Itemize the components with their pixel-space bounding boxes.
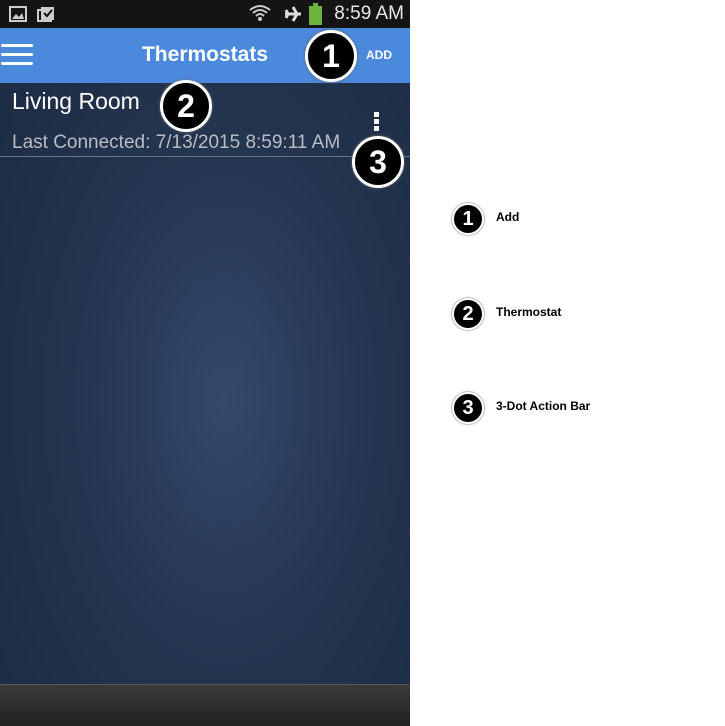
image-icon bbox=[9, 6, 27, 22]
divider bbox=[0, 156, 410, 157]
clock: 8:59 AM bbox=[334, 3, 404, 24]
legend-label-thermostat: Thermostat bbox=[496, 305, 562, 319]
battery-icon bbox=[309, 3, 322, 25]
thermostat-name[interactable]: Living Room bbox=[12, 88, 140, 115]
legend-badge-2: 2 bbox=[452, 298, 484, 330]
clipboard-check-icon bbox=[37, 7, 54, 22]
more-vert-icon[interactable] bbox=[374, 112, 380, 133]
add-button[interactable]: ADD bbox=[366, 48, 392, 62]
legend-label-action-bar: 3-Dot Action Bar bbox=[496, 399, 591, 413]
legend-label-add: Add bbox=[496, 210, 520, 224]
callout-badge-2: 2 bbox=[160, 80, 212, 132]
last-connected: Last Connected: 7/13/2015 8:59:11 AM bbox=[12, 132, 341, 153]
legend-badge-1: 1 bbox=[452, 203, 484, 235]
callout-badge-3: 3 bbox=[352, 136, 404, 188]
wifi-icon bbox=[249, 5, 271, 21]
callout-badge-1: 1 bbox=[305, 30, 357, 82]
bottom-bar bbox=[0, 684, 410, 726]
airplane-icon bbox=[284, 6, 301, 22]
status-bar: 8:59 AM bbox=[0, 0, 410, 28]
legend-badge-3: 3 bbox=[452, 392, 484, 424]
